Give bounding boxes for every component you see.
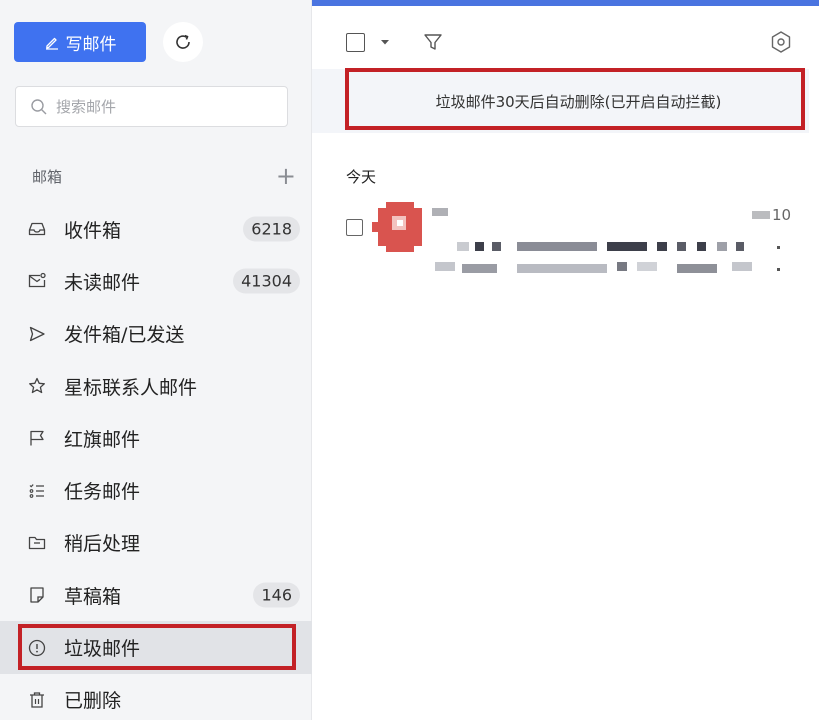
date-group-label: 今天 bbox=[346, 168, 377, 186]
count-badge: 146 bbox=[253, 582, 300, 608]
refresh-icon bbox=[176, 34, 190, 49]
annotation-highlight-box bbox=[345, 68, 805, 130]
flag-icon bbox=[26, 427, 48, 449]
refresh-button[interactable] bbox=[163, 22, 203, 62]
mail-list-pane: 垃圾邮件30天后自动删除(已开启自动拦截) 今天 10 bbox=[312, 6, 819, 720]
list-toolbar bbox=[312, 6, 809, 74]
trash-icon bbox=[26, 689, 48, 711]
count-badge: 41304 bbox=[233, 268, 300, 294]
sidebar-item-label: 发件箱/已发送 bbox=[64, 324, 185, 347]
mail-date: 10 bbox=[752, 206, 791, 224]
compose-button[interactable]: 写邮件 bbox=[14, 22, 146, 62]
settings-icon[interactable] bbox=[768, 29, 794, 55]
mail-date-suffix: 10 bbox=[772, 206, 792, 224]
pen-icon bbox=[45, 37, 58, 50]
sidebar-item-label: 红旗邮件 bbox=[64, 428, 141, 451]
sidebar-item-label: 草稿箱 bbox=[64, 585, 122, 608]
sidebar-item-label: 垃圾邮件 bbox=[64, 638, 141, 661]
send-icon bbox=[26, 323, 48, 345]
draft-icon bbox=[26, 584, 48, 606]
search-icon bbox=[31, 98, 47, 114]
filter-icon[interactable] bbox=[422, 31, 444, 53]
sidebar: 写邮件 邮箱 + 收件箱 6218 未读邮件 41304 发件箱/已发送 星标联… bbox=[0, 0, 312, 720]
task-list-icon bbox=[26, 480, 48, 502]
sidebar-item-inbox[interactable]: 收件箱 6218 bbox=[0, 203, 312, 255]
folder-icon bbox=[26, 532, 48, 554]
sidebar-item-label: 任务邮件 bbox=[64, 481, 141, 504]
mailbox-section-header: 邮箱 + bbox=[32, 162, 296, 190]
search-input[interactable] bbox=[56, 97, 256, 116]
annotation-highlight-box bbox=[18, 624, 296, 671]
inbox-icon bbox=[26, 218, 48, 240]
avatar bbox=[372, 202, 422, 252]
sidebar-item-label: 收件箱 bbox=[64, 219, 122, 242]
sidebar-item-later[interactable]: 稍后处理 bbox=[0, 517, 312, 569]
sender-name-blurred bbox=[432, 208, 448, 216]
sidebar-item-drafts[interactable]: 草稿箱 146 bbox=[0, 569, 312, 621]
star-icon bbox=[26, 375, 48, 397]
sidebar-item-label: 未读邮件 bbox=[64, 271, 141, 294]
sidebar-item-label: 已删除 bbox=[64, 690, 122, 713]
compose-label: 写邮件 bbox=[65, 34, 117, 55]
spam-icon bbox=[26, 637, 48, 659]
sidebar-item-tasks[interactable]: 任务邮件 bbox=[0, 464, 312, 516]
sidebar-item-sent[interactable]: 发件箱/已发送 bbox=[0, 308, 312, 360]
mailbox-nav: 收件箱 6218 未读邮件 41304 发件箱/已发送 星标联系人邮件 红旗邮件… bbox=[0, 203, 312, 720]
sidebar-item-deleted[interactable]: 已删除 bbox=[0, 674, 312, 720]
sidebar-item-unread[interactable]: 未读邮件 41304 bbox=[0, 255, 312, 307]
sidebar-item-label: 稍后处理 bbox=[64, 533, 141, 556]
sidebar-item-label: 星标联系人邮件 bbox=[64, 376, 198, 399]
sidebar-item-starred[interactable]: 星标联系人邮件 bbox=[0, 360, 312, 412]
mail-checkbox[interactable] bbox=[346, 219, 363, 236]
search-box[interactable] bbox=[15, 86, 288, 127]
mail-list-item[interactable]: 10 bbox=[312, 202, 809, 288]
sidebar-item-flagged[interactable]: 红旗邮件 bbox=[0, 412, 312, 464]
add-folder-button[interactable]: + bbox=[276, 164, 296, 188]
unread-mail-icon bbox=[26, 270, 48, 292]
count-badge: 6218 bbox=[243, 216, 300, 242]
sidebar-item-spam[interactable]: 垃圾邮件 bbox=[0, 621, 312, 674]
chevron-down-icon[interactable] bbox=[378, 37, 392, 47]
select-all-checkbox[interactable] bbox=[346, 33, 365, 52]
date-blurred bbox=[752, 211, 770, 219]
mailbox-section-title: 邮箱 bbox=[32, 167, 63, 186]
